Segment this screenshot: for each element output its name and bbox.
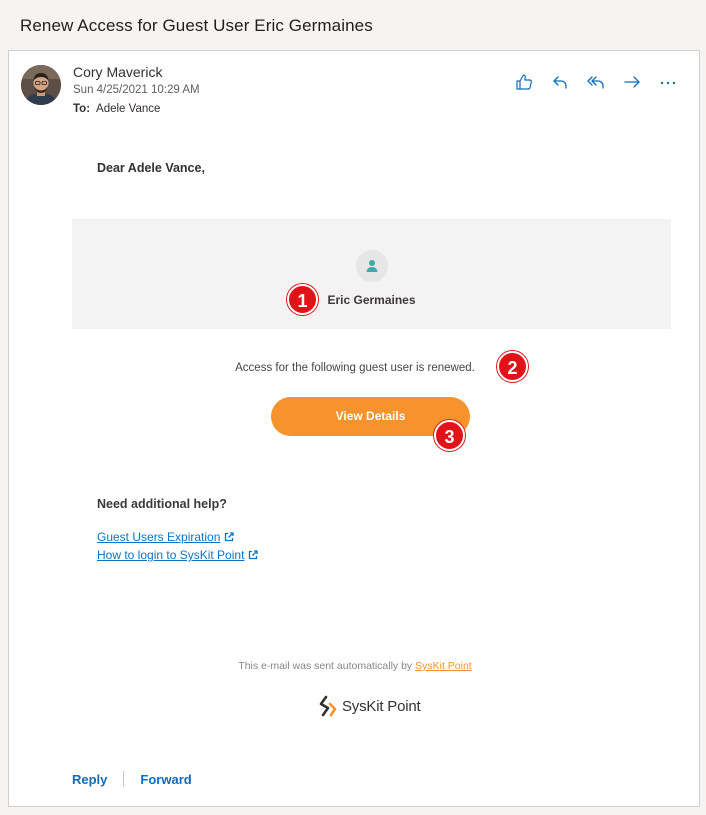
divider xyxy=(123,771,125,787)
to-label: To: xyxy=(73,103,91,115)
sender-avatar[interactable] xyxy=(21,65,61,105)
greeting-text: Dear Adele Vance, xyxy=(97,161,205,175)
annotation-callout-1: 1 xyxy=(287,284,318,315)
syskit-point-logo: SysKit Point xyxy=(319,695,421,717)
recipient-name[interactable]: Adele Vance xyxy=(96,103,160,115)
message-actions-toolbar xyxy=(513,71,679,93)
help-heading: Need additional help? xyxy=(97,497,227,511)
email-reading-pane: Cory Maverick Sun 4/25/2021 10:29 AM To:… xyxy=(8,50,700,807)
guest-user-name: Eric Germaines xyxy=(327,293,416,307)
auto-sent-prefix: This e-mail was sent automatically by xyxy=(238,660,416,672)
forward-button[interactable] xyxy=(621,71,643,93)
annotation-callout-2: 2 xyxy=(497,351,528,382)
auto-sent-note: This e-mail was sent automatically by Sy… xyxy=(9,660,701,672)
reply-all-button[interactable] xyxy=(585,71,607,93)
reply-button[interactable] xyxy=(549,71,571,93)
email-subject: Renew Access for Guest User Eric Germain… xyxy=(20,16,373,35)
forward-link[interactable]: Forward xyxy=(140,772,191,787)
like-button[interactable] xyxy=(513,71,535,93)
recipient-line: To: Adele Vance xyxy=(73,103,160,115)
reply-link[interactable]: Reply xyxy=(72,772,107,787)
syskit-logo-icon xyxy=(319,695,337,717)
guest-users-expiration-link-label[interactable]: Guest Users Expiration xyxy=(97,530,220,544)
reply-all-icon xyxy=(587,76,604,89)
forward-icon xyxy=(624,76,640,88)
thumbs-up-icon xyxy=(516,74,532,90)
annotation-callout-3: 3 xyxy=(434,420,465,451)
external-link-icon xyxy=(225,532,235,542)
external-link-icon xyxy=(249,550,259,560)
sender-name[interactable]: Cory Maverick xyxy=(73,64,162,80)
reply-icon xyxy=(553,76,567,89)
guest-user-card: Eric Germaines xyxy=(72,219,671,329)
syskit-login-link-label[interactable]: How to login to SysKit Point xyxy=(97,548,244,562)
syskit-point-link[interactable]: SysKit Point xyxy=(415,660,472,672)
sent-timestamp: Sun 4/25/2021 10:29 AM xyxy=(73,84,200,96)
more-icon xyxy=(660,81,676,85)
access-renewed-text: Access for the following guest user is r… xyxy=(235,362,475,374)
logo-text: SysKit Point xyxy=(342,697,421,715)
guest-user-icon xyxy=(356,250,388,282)
syskit-login-link[interactable]: How to login to SysKit Point xyxy=(97,548,259,562)
guest-users-expiration-link[interactable]: Guest Users Expiration xyxy=(97,530,235,544)
more-actions-button[interactable] xyxy=(657,71,679,93)
reply-bar: Reply Forward xyxy=(72,771,192,787)
